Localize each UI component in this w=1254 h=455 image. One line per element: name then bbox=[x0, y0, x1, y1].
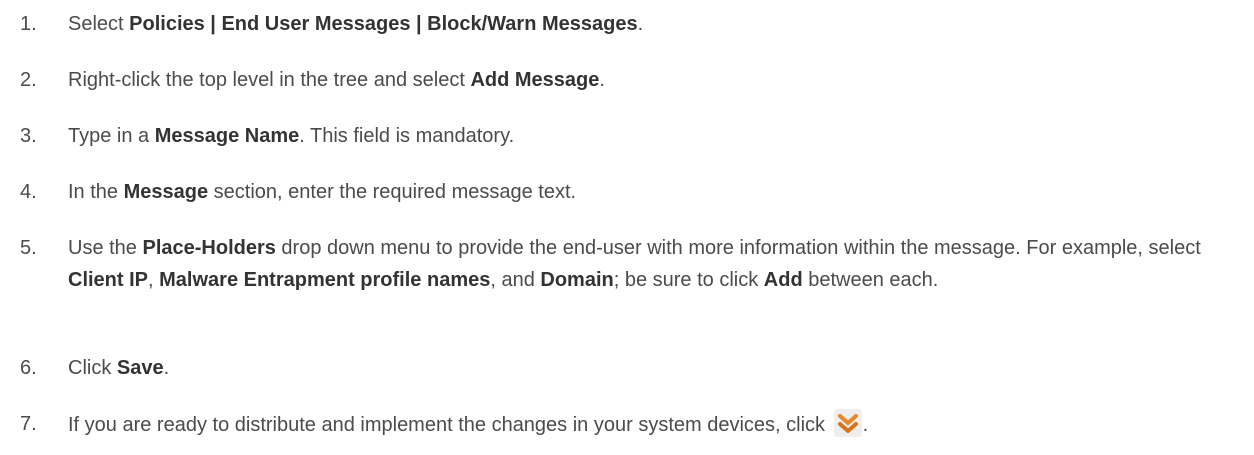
section-ref: Message bbox=[123, 181, 209, 203]
step-number: 5. bbox=[20, 237, 37, 259]
step-text: Use the Place-Holders drop down menu to … bbox=[68, 237, 1201, 291]
step-text: Type in a Message Name. This field is ma… bbox=[68, 125, 515, 147]
step-number: 2. bbox=[20, 69, 37, 91]
step-1: 1. Select Policies | End User Messages |… bbox=[20, 8, 1240, 40]
step-number: 6. bbox=[20, 357, 37, 379]
button-ref: Save bbox=[116, 357, 164, 379]
field-ref: Message Name bbox=[154, 125, 300, 147]
option-ref: Malware Entrapment profile names bbox=[159, 269, 491, 291]
step-text: In the Message section, enter the requir… bbox=[68, 181, 577, 203]
step-4: 4. In the Message section, enter the req… bbox=[20, 176, 1240, 208]
step-text: Click Save. bbox=[68, 357, 170, 379]
dropdown-ref: Place-Holders bbox=[142, 237, 276, 259]
step-5: 5. Use the Place-Holders drop down menu … bbox=[20, 232, 1240, 296]
step-2: 2. Right-click the top level in the tree… bbox=[20, 64, 1240, 96]
step-number: 7. bbox=[20, 413, 37, 435]
step-6: 6. Click Save. bbox=[20, 352, 1240, 384]
deploy-icon bbox=[833, 408, 863, 438]
step-text: Right-click the top level in the tree an… bbox=[68, 69, 605, 91]
ui-path: Policies | End User Messages | Block/War… bbox=[129, 13, 638, 35]
step-number: 1. bbox=[20, 13, 37, 35]
step-text: Select Policies | End User Messages | Bl… bbox=[68, 13, 644, 35]
step-text: If you are ready to distribute and imple… bbox=[68, 408, 1240, 441]
step-3: 3. Type in a Message Name. This field is… bbox=[20, 120, 1240, 152]
menu-item-ref: Add Message bbox=[470, 69, 600, 91]
step-number: 4. bbox=[20, 181, 37, 203]
option-ref: Client IP bbox=[68, 269, 149, 291]
button-ref: Add bbox=[763, 269, 803, 291]
option-ref: Domain bbox=[540, 269, 614, 291]
step-number: 3. bbox=[20, 125, 37, 147]
step-7: 7. If you are ready to distribute and im… bbox=[20, 408, 1240, 441]
